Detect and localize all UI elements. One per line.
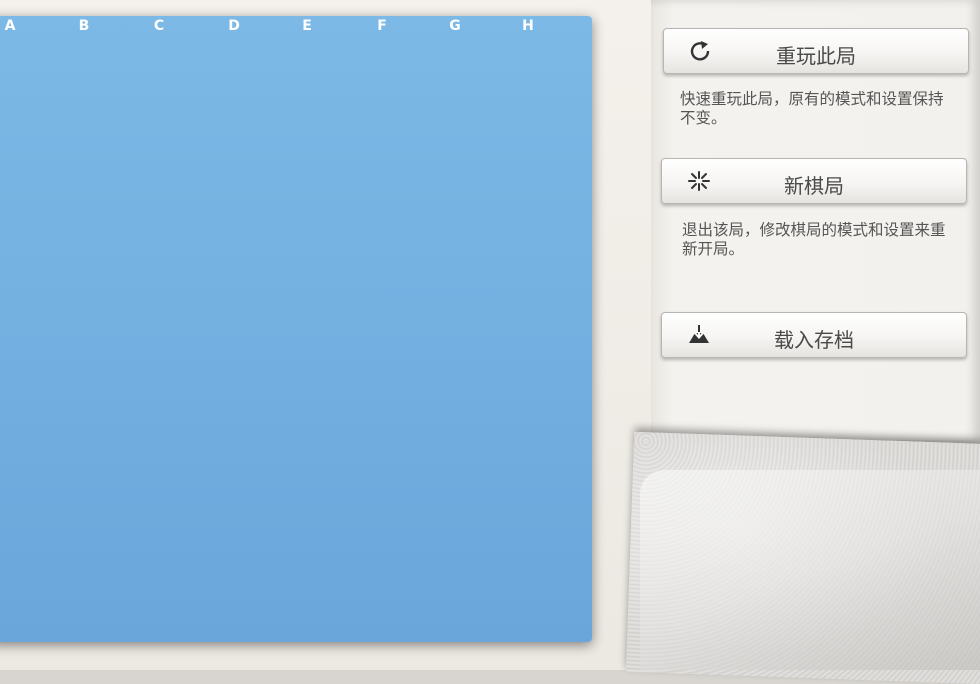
column-label-a: A [4,18,16,34]
replay-button[interactable]: 重玩此局 [663,28,969,74]
side-panel: 重玩此局 快速重玩此局，原有的模式和设置保持不变。 新棋局 退出该局，修改棋局的… [651,0,980,440]
replay-description: 快速重玩此局，原有的模式和设置保持不变。 [680,90,944,127]
new-game-button-label: 新棋局 [784,174,844,198]
column-label-e: E [302,18,312,34]
column-label-b: B [78,18,90,34]
column-label-h: H [522,18,534,34]
column-label-d: D [228,18,240,34]
load-save-button[interactable]: 载入存档 [661,312,967,358]
column-labels: A B C D E F G H [0,16,560,40]
column-label-c: C [153,18,165,34]
new-game-description: 退出该局，修改棋局的模式和设置来重新开局。 [682,221,946,258]
column-label-g: G [449,18,461,34]
leather-fold [640,470,980,670]
load-save-button-label: 载入存档 [774,328,854,352]
new-game-button[interactable]: 新棋局 [661,158,967,204]
column-label-f: F [377,18,387,34]
game-board[interactable]: A B C D E F G H [0,16,592,642]
replay-button-label: 重玩此局 [776,44,856,68]
